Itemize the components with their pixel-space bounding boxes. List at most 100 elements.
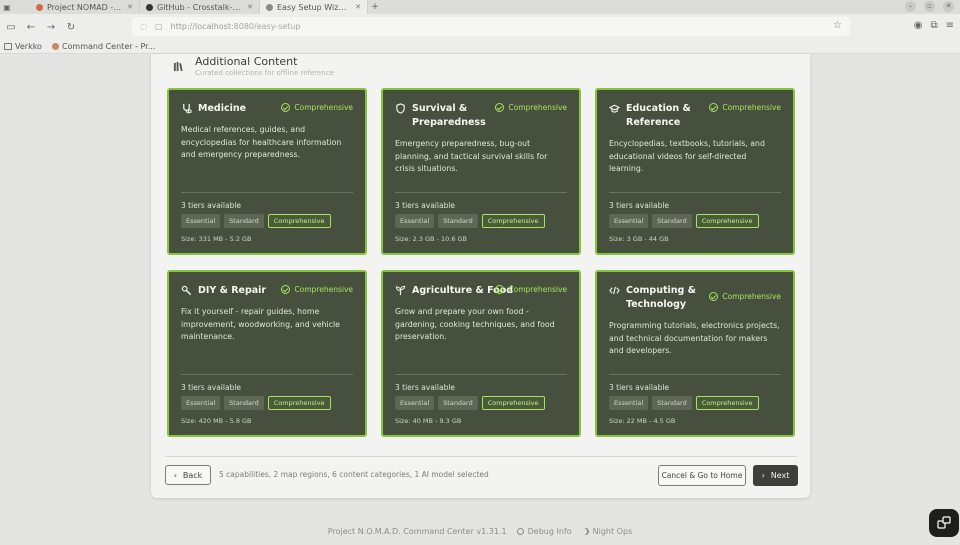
category-description: Medical references, guides, and encyclop…: [181, 125, 342, 159]
account-icon[interactable]: ◉: [914, 20, 923, 31]
cancel-button[interactable]: Cancel & Go to Home: [658, 465, 746, 486]
size-range: Size: 22 MB - 4.5 GB: [609, 417, 676, 425]
divider: [181, 374, 353, 375]
tier-pill-essential[interactable]: Essential: [181, 214, 221, 228]
bookmark-verkko[interactable]: Verkko: [4, 42, 42, 51]
forward-arrow-icon[interactable]: →: [42, 18, 60, 36]
shield-icon: ◌: [140, 22, 147, 31]
check-circle-icon: [709, 292, 719, 301]
tier-pill-standard[interactable]: Standard: [652, 214, 692, 228]
code-icon: [609, 286, 620, 295]
selection-summary: 5 capabilities, 2 map regions, 6 content…: [219, 470, 489, 479]
category-description: Encyclopedias, textbooks, tutorials, and…: [609, 139, 765, 173]
tier-pill-standard[interactable]: Standard: [438, 396, 478, 410]
tier-selector: Essential Standard Comprehensive: [609, 214, 759, 228]
folder-icon: [4, 43, 12, 50]
browser-tab-nomad[interactable]: Project NOMAD - Offline ✕: [30, 0, 140, 14]
github-favicon-icon: [146, 3, 153, 11]
tier-pill-essential[interactable]: Essential: [181, 396, 221, 410]
selected-tier-badge: Comprehensive: [709, 292, 781, 301]
next-button[interactable]: › Next: [753, 465, 798, 486]
section-title: Additional Content: [195, 55, 298, 68]
chevron-right-icon: ›: [761, 471, 765, 480]
floating-chat-button[interactable]: [929, 509, 959, 537]
check-circle-icon: [495, 285, 505, 294]
gear-icon: [516, 528, 524, 535]
category-card-agriculture[interactable]: Agriculture & Food Comprehensive Grow an…: [381, 270, 581, 437]
plant-icon: [395, 285, 406, 296]
tier-pill-essential[interactable]: Essential: [395, 396, 435, 410]
tier-selector: Essential Standard Comprehensive: [181, 214, 331, 228]
tier-pill-standard[interactable]: Standard: [224, 396, 264, 410]
maximize-icon[interactable]: ▫: [924, 1, 935, 12]
theme-toggle[interactable]: Night Ops: [582, 527, 633, 536]
category-description: Grow and prepare your own food - gardeni…: [395, 307, 555, 341]
size-range: Size: 420 MB - 5.8 GB: [181, 417, 252, 425]
menu-icon[interactable]: ≡: [946, 20, 954, 31]
back-button[interactable]: ‹ Back: [165, 465, 211, 485]
tiers-count: 3 tiers available: [181, 383, 242, 392]
category-title: Education & Reference: [626, 103, 691, 128]
tier-pill-essential[interactable]: Essential: [395, 214, 435, 228]
tab-overview-icon[interactable]: ▣: [0, 0, 14, 14]
new-tab-icon[interactable]: +: [368, 2, 382, 12]
category-card-medicine[interactable]: Medicine Comprehensive Medical reference…: [167, 88, 367, 255]
tier-pill-comprehensive[interactable]: Comprehensive: [267, 396, 331, 410]
tiers-count: 3 tiers available: [395, 201, 456, 210]
shield-icon: [396, 103, 405, 114]
tier-pill-standard[interactable]: Standard: [224, 214, 264, 228]
extensions-icon[interactable]: ⧉: [930, 20, 937, 31]
page-footer: Project N.O.M.A.D. Command Center v1.31.…: [0, 527, 960, 536]
tab-title: Easy Setup Wizard - Proje: [277, 2, 352, 12]
selected-tier-badge: Comprehensive: [709, 103, 781, 112]
tiers-count: 3 tiers available: [181, 201, 242, 210]
tools-icon: [181, 285, 192, 296]
tier-pill-comprehensive[interactable]: Comprehensive: [481, 396, 545, 410]
page-info-icon: ▢: [154, 22, 163, 31]
browser-tab-github[interactable]: GitHub - Crosstalk-Soluti ✕: [140, 0, 260, 14]
size-range: Size: 2.3 GB - 10.6 GB: [395, 235, 468, 243]
tier-pill-standard[interactable]: Standard: [652, 396, 692, 410]
address-bar[interactable]: ◌ ▢ http://localhost:8080/easy-setup ☆: [132, 17, 850, 36]
section-header: Additional Content Curated collections f…: [171, 54, 334, 84]
browser-tab-setup-wizard[interactable]: Easy Setup Wizard - Proje ✕: [260, 0, 368, 14]
page-favicon-icon: [266, 3, 273, 11]
minimize-icon[interactable]: –: [905, 1, 916, 12]
back-arrow-icon[interactable]: ←: [22, 18, 40, 36]
browser-tab-bar: ▣ Project NOMAD - Offline ✕ GitHub - Cro…: [0, 0, 960, 14]
divider: [395, 374, 567, 375]
section-subtitle: Curated collections for offline referenc…: [195, 69, 334, 77]
tier-pill-comprehensive[interactable]: Comprehensive: [481, 214, 545, 228]
sidebar-toggle-icon[interactable]: ▭: [2, 18, 20, 36]
category-description: Fix it yourself - repair guides, home im…: [181, 307, 340, 341]
close-icon[interactable]: ✕: [247, 3, 253, 11]
tier-pill-standard[interactable]: Standard: [438, 214, 478, 228]
close-window-icon[interactable]: ✕: [943, 1, 954, 12]
category-card-computing[interactable]: Computing & Technology Comprehensive Pro…: [595, 270, 795, 437]
size-range: Size: 331 MB - 5.2 GB: [181, 235, 252, 243]
reload-icon[interactable]: ↻: [62, 18, 80, 36]
check-circle-icon: [281, 103, 291, 112]
tier-pill-comprehensive[interactable]: Comprehensive: [695, 214, 759, 228]
category-card-diy[interactable]: DIY & Repair Comprehensive Fix it yourse…: [167, 270, 367, 437]
bookmark-command-center[interactable]: Command Center - Pr...: [51, 42, 155, 51]
toolbar-right: ◉ ⧉ ≡: [914, 20, 954, 31]
tier-pill-comprehensive[interactable]: Comprehensive: [267, 214, 331, 228]
category-title: Computing & Technology: [626, 285, 696, 310]
browser-toolbar: ▭ ← → ↻ ◌ ▢ http://localhost:8080/easy-s…: [0, 14, 960, 40]
debug-info-link[interactable]: Debug Info: [516, 527, 572, 536]
selected-tier-badge: Comprehensive: [281, 103, 353, 112]
tier-pill-essential[interactable]: Essential: [609, 396, 649, 410]
nomad-favicon-icon: [51, 43, 59, 50]
divider: [395, 192, 567, 193]
bookmark-star-icon[interactable]: ☆: [833, 20, 842, 31]
bookmarks-bar: Verkko Command Center - Pr...: [0, 40, 960, 54]
check-circle-icon: [495, 103, 505, 112]
tier-pill-essential[interactable]: Essential: [609, 214, 649, 228]
tier-pill-comprehensive[interactable]: Comprehensive: [695, 396, 759, 410]
close-icon[interactable]: ✕: [127, 3, 133, 11]
category-card-education[interactable]: Education & Reference Comprehensive Ency…: [595, 88, 795, 255]
back-button-label: Back: [182, 470, 203, 480]
close-icon[interactable]: ✕: [355, 3, 361, 11]
category-card-survival[interactable]: Survival & Preparedness Comprehensive Em…: [381, 88, 581, 255]
